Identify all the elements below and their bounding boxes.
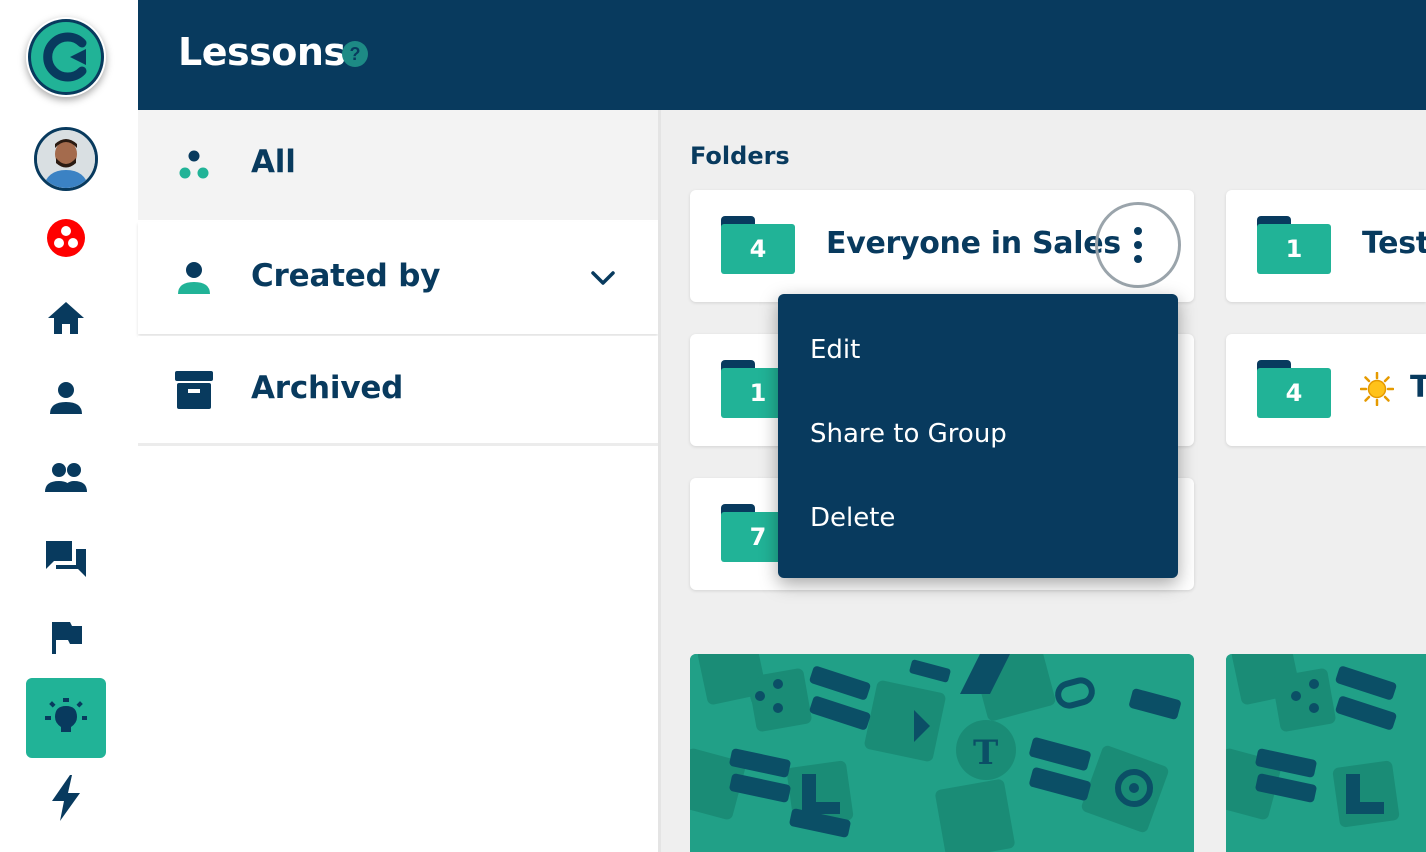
folder-count: 4: [1285, 379, 1303, 407]
folder-count: 4: [749, 235, 767, 263]
notification-icon[interactable]: [26, 198, 106, 278]
lesson-card[interactable]: T: [690, 654, 1194, 852]
folder-card[interactable]: 4 T: [1226, 334, 1426, 446]
lesson-pattern-image: [1226, 654, 1426, 852]
filter-archived-label: Archived: [251, 370, 404, 406]
page-header: Lessons ?: [138, 0, 1426, 110]
more-options-icon[interactable]: [1095, 202, 1181, 288]
filter-archived[interactable]: Archived: [138, 336, 658, 446]
page-title: Lessons: [178, 30, 346, 74]
folder-card[interactable]: 4 Everyone in Sales: [690, 190, 1194, 302]
all-icon: [174, 145, 214, 185]
home-icon[interactable]: [26, 278, 106, 358]
folder-count: 1: [1285, 235, 1303, 263]
filter-panel: All Created by Archived: [138, 110, 658, 852]
filter-created-by[interactable]: Created by: [138, 222, 658, 334]
filter-all[interactable]: All: [138, 110, 658, 220]
folder-icon: 4: [1257, 360, 1331, 418]
sun-icon: [1360, 372, 1394, 406]
archive-icon: [174, 370, 214, 410]
folder-card[interactable]: 1 Test: [1226, 190, 1426, 302]
person-icon: [174, 258, 214, 298]
filter-all-label: All: [251, 144, 296, 180]
panel-divider: [658, 110, 661, 852]
bolt-icon[interactable]: [26, 758, 106, 838]
chat-icon[interactable]: [26, 518, 106, 598]
folders-heading: Folders: [690, 142, 790, 170]
folder-name: T: [1410, 370, 1426, 405]
folder-context-menu: Edit Share to Group Delete: [778, 294, 1178, 578]
svg-text:T: T: [973, 733, 998, 773]
chevron-down-icon[interactable]: [588, 263, 618, 293]
lesson-card[interactable]: [1226, 654, 1426, 852]
app-logo[interactable]: [26, 17, 106, 97]
menu-item-share-to-group[interactable]: Share to Group: [778, 392, 1178, 476]
filter-created-by-label: Created by: [251, 258, 441, 294]
folder-icon: 4: [721, 216, 795, 274]
person-icon[interactable]: [26, 358, 106, 438]
user-avatar[interactable]: [34, 127, 98, 191]
flag-icon[interactable]: [26, 598, 106, 678]
left-rail: [0, 0, 138, 852]
folder-icon: 1: [1257, 216, 1331, 274]
menu-item-edit[interactable]: Edit: [778, 308, 1178, 392]
group-icon[interactable]: [26, 438, 106, 518]
folder-name: Test: [1362, 226, 1426, 261]
folder-name: Everyone in Sales: [826, 226, 1121, 261]
lightbulb-icon[interactable]: [26, 678, 106, 758]
menu-item-delete[interactable]: Delete: [778, 476, 1178, 560]
help-icon[interactable]: ?: [342, 41, 368, 67]
lesson-pattern-image: T: [690, 654, 1194, 852]
